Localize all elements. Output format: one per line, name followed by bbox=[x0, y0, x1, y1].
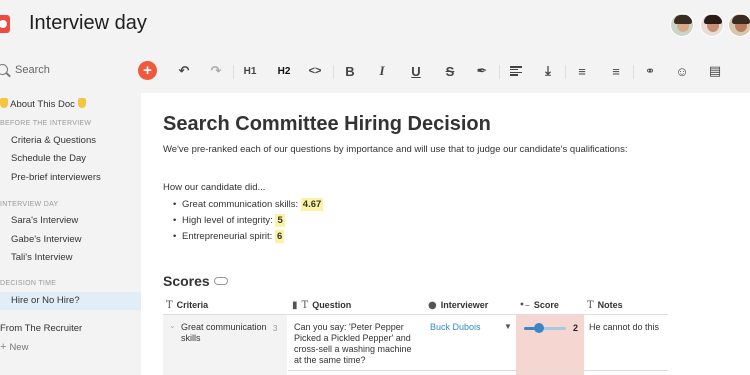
italic-button[interactable]: I bbox=[373, 62, 391, 80]
scores-heading[interactable]: Scores bbox=[163, 273, 210, 289]
person-icon: ● bbox=[428, 300, 437, 311]
search-input[interactable]: Search bbox=[15, 64, 50, 76]
column-header-criteria[interactable]: T Criteria bbox=[166, 300, 208, 311]
dropdown-arrow-icon[interactable]: ▼ bbox=[504, 322, 512, 331]
add-button[interactable]: + bbox=[138, 61, 157, 80]
page-title[interactable]: Search Committee Hiring Decision bbox=[163, 113, 491, 136]
slider-thumb[interactable] bbox=[533, 323, 544, 333]
sidebar-new-button[interactable]: + New bbox=[0, 338, 141, 356]
text-type-icon: T bbox=[587, 300, 594, 311]
formula-value: 6 bbox=[274, 230, 285, 243]
sidebar: Search About This Doc BEFORE THE INTERVI… bbox=[0, 50, 141, 375]
column-header-question[interactable]: ▮ T Question bbox=[292, 300, 351, 311]
avatar[interactable] bbox=[700, 13, 724, 37]
emoji-icon[interactable]: ☺ bbox=[673, 62, 691, 80]
pointing-hand-icon bbox=[0, 98, 8, 108]
chevron-down-icon[interactable]: ⌄ bbox=[169, 321, 176, 330]
sidebar-item-criteria[interactable]: Criteria & Questions bbox=[0, 132, 141, 150]
sidebar-item-tali[interactable]: Tali's Interview bbox=[0, 249, 141, 267]
sidebar-item-recruiter[interactable]: From The Recruiter bbox=[0, 320, 141, 338]
app-logo-icon[interactable] bbox=[0, 15, 10, 33]
formula-value: 4.67 bbox=[300, 198, 324, 211]
notes-cell[interactable]: He cannot do this bbox=[589, 322, 659, 332]
heading-1-button[interactable]: H1 bbox=[241, 62, 259, 80]
text-type-icon: T bbox=[166, 300, 173, 311]
group-count: 3 bbox=[273, 324, 278, 333]
avatar[interactable] bbox=[670, 13, 694, 37]
highlight-icon[interactable]: ✒ bbox=[473, 62, 491, 80]
sidebar-section-label: INTERVIEW DAY bbox=[0, 201, 59, 208]
redo-icon[interactable]: ↷ bbox=[207, 62, 225, 80]
formatting-toolbar: + ↶ ↷ H1 H2 <> B I U S ✒ ⤓ ≡ ≡ ⚭ ☺ ▤ bbox=[138, 55, 750, 87]
interviewer-cell[interactable]: Buck Dubois bbox=[430, 322, 481, 332]
doc-title[interactable]: Interview day bbox=[29, 12, 147, 35]
row-divider bbox=[288, 370, 668, 371]
comment-icon[interactable]: ▤ bbox=[706, 62, 724, 80]
strikethrough-button[interactable]: S bbox=[441, 62, 459, 80]
criteria-cell: Great communication skills bbox=[181, 322, 267, 343]
link-icon[interactable] bbox=[214, 277, 228, 285]
list-item[interactable]: Great communication skills: 4.67 bbox=[173, 198, 324, 211]
text-bottom-icon[interactable]: ⤓ bbox=[539, 62, 557, 80]
column-header-score[interactable]: •– Score bbox=[519, 300, 559, 311]
formula-value: 5 bbox=[275, 214, 285, 227]
underline-button[interactable]: U bbox=[407, 62, 425, 80]
code-button[interactable]: <> bbox=[306, 62, 324, 80]
sidebar-section-label: DECISION TIME bbox=[0, 280, 57, 287]
link-icon[interactable]: ⚭ bbox=[641, 62, 659, 80]
sidebar-item-sara[interactable]: Sara's Interview bbox=[0, 212, 141, 230]
sidebar-item-pre-brief[interactable]: Pre-brief interviewers bbox=[0, 169, 141, 187]
heading-2-button[interactable]: H2 bbox=[275, 62, 293, 80]
pointing-hand-icon bbox=[77, 98, 86, 108]
document-page[interactable]: Search Committee Hiring Decision We've p… bbox=[141, 93, 750, 375]
subheading-text[interactable]: How our candidate did... bbox=[163, 182, 265, 193]
score-slider[interactable] bbox=[524, 327, 566, 330]
avatar[interactable] bbox=[728, 13, 750, 37]
plus-icon: + bbox=[0, 341, 7, 353]
sidebar-search[interactable]: Search bbox=[0, 60, 141, 82]
table-group-cell[interactable]: ⌄ Great communication skills 3 bbox=[163, 315, 287, 375]
sidebar-item-gabe[interactable]: Gabe's Interview bbox=[0, 231, 141, 249]
app-header: Interview day bbox=[0, 0, 750, 50]
column-header-notes[interactable]: T Notes bbox=[587, 300, 623, 311]
list-item[interactable]: High level of integrity: 5 bbox=[173, 214, 285, 227]
intro-paragraph[interactable]: We've pre-ranked each of our questions b… bbox=[163, 144, 627, 155]
column-header-interviewer[interactable]: ● Interviewer bbox=[428, 300, 488, 311]
bookmark-icon: ▮ bbox=[292, 300, 298, 311]
score-value: 2 bbox=[573, 323, 579, 333]
align-icon[interactable] bbox=[507, 62, 525, 80]
score-cell[interactable]: 2 bbox=[516, 315, 584, 375]
sidebar-item-about[interactable]: About This Doc bbox=[0, 96, 141, 114]
undo-icon[interactable]: ↶ bbox=[175, 62, 193, 80]
sidebar-item-schedule[interactable]: Schedule the Day bbox=[0, 150, 141, 168]
bold-button[interactable]: B bbox=[341, 62, 359, 80]
sidebar-item-hire-decision[interactable]: Hire or No Hire? bbox=[0, 292, 141, 310]
list-item[interactable]: Entrepreneurial spirit: 6 bbox=[173, 230, 285, 243]
question-cell[interactable]: Can you say: 'Peter Pepper Picked a Pick… bbox=[294, 322, 414, 366]
slider-icon: •– bbox=[519, 300, 530, 311]
text-type-icon: T bbox=[301, 300, 309, 311]
numbered-list-icon[interactable]: ≡ bbox=[607, 62, 625, 80]
bulleted-list-icon[interactable]: ≡ bbox=[573, 62, 591, 80]
search-icon bbox=[0, 64, 8, 75]
sidebar-section-label: BEFORE THE INTERVIEW bbox=[0, 120, 92, 127]
